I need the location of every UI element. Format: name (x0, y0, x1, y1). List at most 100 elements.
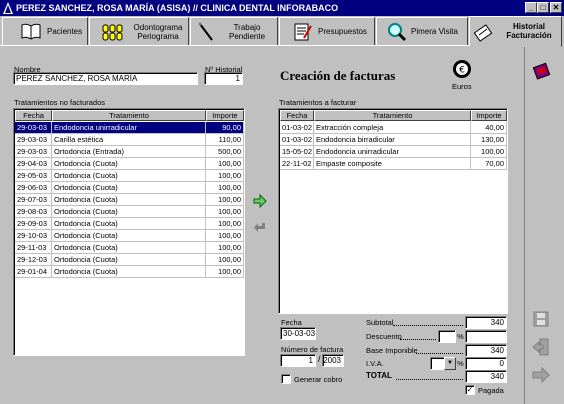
invoice-date-field[interactable]: 30-03-03 (280, 327, 316, 340)
total-field[interactable]: 340 (465, 370, 507, 383)
table-row[interactable]: 29-09-03 Ortodoncia (Cuota) 100,00 (15, 218, 244, 230)
table-row[interactable]: 01-03-02 Endodoncia birradicular 130,00 (280, 134, 507, 146)
subtotal-field[interactable]: 340 (465, 316, 507, 329)
date-cell: 15-05-02 (280, 146, 314, 158)
amount-cell: 500,00 (206, 146, 244, 158)
generar-cobro-checkbox[interactable] (281, 374, 291, 384)
tab-pacientes[interactable]: Pacientes (2, 17, 88, 46)
amount-cell: 100,00 (206, 158, 244, 170)
column-header[interactable]: Tratamiento (52, 110, 206, 121)
window-title: PEREZ SANCHEZ, ROSA MARÍA (ASISA) // CLI… (16, 3, 339, 13)
teeth-icon (102, 24, 123, 41)
treatment-cell: Ortodoncia (Cuota) (52, 206, 206, 218)
move-left-arrow-icon[interactable] (252, 220, 268, 236)
amount-cell: 130,00 (471, 134, 507, 146)
column-header[interactable]: Fecha (280, 110, 314, 121)
table-row[interactable]: 29-06-03 Ortodoncia (Cuota) 100,00 (15, 182, 244, 194)
table-row[interactable]: 29-10-03 Ortodoncia (Cuota) 100,00 (15, 230, 244, 242)
table-row[interactable]: 29-07-03 Ortodoncia (Cuota) 100,00 (15, 194, 244, 206)
tab-label: Historial Facturación (506, 21, 552, 40)
treatment-cell: Ortodoncia (Cuota) (52, 158, 206, 170)
to-invoice-table[interactable]: Fecha Tratamiento Importe 01-03-02 Extrac… (278, 108, 508, 314)
date-cell: 22-11-02 (280, 158, 314, 170)
history-number-field[interactable]: 1 (204, 72, 243, 85)
exit-door-icon[interactable] (531, 337, 551, 357)
tab-odontograma[interactable]: Odontograma Periograma (89, 17, 189, 46)
amount-cell: 90,00 (206, 122, 244, 134)
move-right-arrow-icon[interactable] (252, 193, 268, 209)
currency-label: Euros (452, 82, 472, 91)
base-imponible-field[interactable]: 340 (465, 344, 507, 357)
table-row[interactable]: 29-05-03 Ortodoncia (Cuota) 100,00 (15, 170, 244, 182)
treatment-cell: Ortodoncia (Cuota) (52, 182, 206, 194)
fecha-label: Fecha (281, 318, 302, 327)
date-cell: 29-11-03 (15, 242, 52, 254)
column-header[interactable]: Importe (471, 110, 507, 121)
date-cell: 29-12-03 (15, 254, 52, 266)
patient-name-field[interactable]: PEREZ SANCHEZ, ROSA MARÍA (13, 72, 198, 85)
discount-percent-field[interactable] (438, 330, 456, 343)
forward-arrow-icon[interactable] (531, 365, 551, 385)
date-cell: 29-03-03 (15, 122, 52, 134)
date-cell: 29-01-04 (15, 266, 52, 278)
treatment-cell: Ortodoncia (Cuota) (52, 242, 206, 254)
untreated-table[interactable]: Fecha Tratamiento Importe 29-03-03 Endodo… (13, 108, 245, 356)
amount-cell: 100,00 (206, 254, 244, 266)
treatment-cell: Endodoncia birradicular (314, 134, 471, 146)
invoice-number-field[interactable]: 1 (280, 354, 316, 367)
date-cell: 29-03-03 (15, 146, 52, 158)
tab-label: Pacientes (47, 27, 83, 36)
table-row[interactable]: 29-12-03 Ortodoncia (Cuota) 100,00 (15, 254, 244, 266)
table-row[interactable]: 29-04-03 Ortodoncia (Cuota) 100,00 (15, 158, 244, 170)
euro-coin-icon[interactable]: € (452, 59, 472, 79)
tab-trabajo-pendiente[interactable]: Trabajo Pendiente (190, 17, 278, 46)
tab-label: Trabajo Pendiente (228, 22, 266, 41)
discount-amount-field[interactable] (465, 330, 507, 343)
column-header[interactable]: Tratamiento (314, 110, 471, 121)
close-button[interactable]: ✕ (550, 2, 562, 13)
amount-cell: 40,00 (471, 122, 507, 134)
treatment-cell: Ortodoncia (Cuota) (52, 230, 206, 242)
generar-cobro-label: Generar cobro (294, 375, 343, 384)
minimize-button[interactable]: _ (525, 2, 537, 13)
table-row[interactable]: 01-03-02 Extracción compleja 40,00 (280, 122, 507, 134)
iva-amount-field[interactable]: 0 (465, 357, 507, 370)
stamp-icon (474, 24, 493, 42)
amount-cell: 100,00 (206, 182, 244, 194)
tab-presupuestos[interactable]: Presupuestos (279, 17, 375, 46)
save-icon[interactable] (531, 309, 551, 329)
treatment-cell: Carilla estética (52, 134, 206, 146)
date-cell: 29-10-03 (15, 230, 52, 242)
amount-cell: 100,00 (206, 218, 244, 230)
subtotal-label: Subtotal (366, 318, 394, 327)
table-row[interactable]: 29-03-03 Carilla estética 110,00 (15, 134, 244, 146)
table-row[interactable]: 29-08-03 Ortodoncia (Cuota) 100,00 (15, 206, 244, 218)
leader-dots (400, 339, 436, 340)
chevron-down-icon[interactable]: ▼ (444, 357, 456, 370)
table-row[interactable]: 29-11-03 Ortodoncia (Cuota) 100,00 (15, 242, 244, 254)
percent-sign: % (457, 359, 464, 368)
tab-historial-facturacion[interactable]: Historial Facturación (469, 16, 562, 47)
amount-cell: 100,00 (206, 266, 244, 278)
pagada-checkbox[interactable]: ✓ (465, 385, 475, 395)
table-row[interactable]: 29-01-04 Ortodoncia (Cuota) 100,00 (15, 266, 244, 278)
date-cell: 29-05-03 (15, 170, 52, 182)
amount-cell: 100,00 (206, 194, 244, 206)
table-row[interactable]: 29-03-03 Endodoncia unirradicular 90,00 (15, 122, 244, 134)
column-header[interactable]: Importe (206, 110, 244, 121)
invoice-year-field[interactable]: 2003 (322, 354, 344, 367)
tab-label: Pimera Visita (411, 27, 458, 36)
maximize-button[interactable]: □ (537, 2, 549, 13)
table-row[interactable]: 15-05-02 Endodoncia unirradicular 100,00 (280, 146, 507, 158)
table-row[interactable]: 22-11-02 Empaste composite 70,00 (280, 158, 507, 170)
book-icon[interactable] (532, 61, 552, 81)
notepad-icon (294, 23, 312, 41)
table-row[interactable]: 29-03-03 Ortodoncia (Entrada) 500,00 (15, 146, 244, 158)
column-header[interactable]: Fecha (15, 110, 52, 121)
treatment-cell: Ortodoncia (Cuota) (52, 266, 206, 278)
amount-cell: 100,00 (206, 170, 244, 182)
descuento-label: Descuento (366, 332, 402, 341)
table-header: Fecha Tratamiento Importe (280, 110, 507, 121)
tab-pimera-visita[interactable]: Pimera Visita (376, 17, 468, 46)
date-cell: 29-03-03 (15, 134, 52, 146)
